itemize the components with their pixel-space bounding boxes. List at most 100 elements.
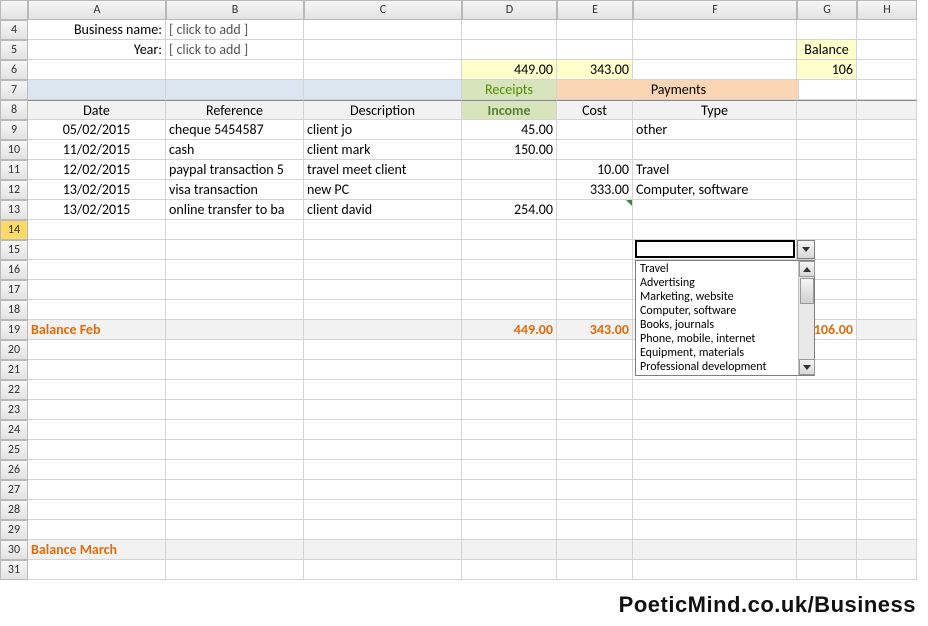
cell-D30[interactable]	[462, 540, 557, 560]
cell-C27[interactable]	[304, 480, 462, 500]
cell-E17[interactable]	[557, 280, 633, 300]
column-header-B[interactable]: B	[166, 0, 304, 20]
cell-H7[interactable]	[857, 80, 917, 100]
cell-B5[interactable]: [ click to add ]	[166, 40, 304, 60]
row-header-30[interactable]: 30	[0, 540, 28, 560]
cell-E9[interactable]	[557, 120, 633, 140]
row-header-14[interactable]: 14	[0, 220, 28, 240]
cell-G22[interactable]	[797, 380, 857, 400]
cell-A25[interactable]	[28, 440, 166, 460]
cell-E13[interactable]	[557, 200, 633, 220]
row-header-29[interactable]: 29	[0, 520, 28, 540]
cell-G25[interactable]	[797, 440, 857, 460]
cell-C14[interactable]	[304, 220, 462, 240]
cell-B8[interactable]: Reference	[166, 100, 304, 120]
cell-D15[interactable]	[462, 240, 557, 260]
cell-H5[interactable]	[857, 40, 917, 60]
cell-F25[interactable]	[633, 440, 797, 460]
cell-D13[interactable]: 254.00	[462, 200, 557, 220]
cell-D5[interactable]	[462, 40, 557, 60]
cell-G31[interactable]	[797, 560, 857, 580]
row-header-13[interactable]: 13	[0, 200, 28, 220]
cell-B25[interactable]	[166, 440, 304, 460]
cell-A13[interactable]: 13/02/2015	[28, 200, 166, 220]
data-validation-dropdown-list[interactable]: Travel Advertising Marketing, website Co…	[635, 260, 815, 376]
cell-B18[interactable]	[166, 300, 304, 320]
column-header-C[interactable]: C	[304, 0, 462, 20]
row-header-31[interactable]: 31	[0, 560, 28, 580]
cell-H17[interactable]	[857, 280, 917, 300]
column-header-H[interactable]: H	[857, 0, 917, 20]
cell-F26[interactable]	[633, 460, 797, 480]
cell-H16[interactable]	[857, 260, 917, 280]
cell-D16[interactable]	[462, 260, 557, 280]
cell-A18[interactable]	[28, 300, 166, 320]
cell-C26[interactable]	[304, 460, 462, 480]
cell-D14[interactable]	[462, 220, 557, 240]
cell-C18[interactable]	[304, 300, 462, 320]
cell-H25[interactable]	[857, 440, 917, 460]
cell-C11[interactable]: travel meet client	[304, 160, 462, 180]
cell-B19[interactable]	[166, 320, 304, 340]
cell-H27[interactable]	[857, 480, 917, 500]
dropdown-option[interactable]: Phone, mobile, internet	[636, 332, 814, 346]
cell-A4[interactable]: Business name:	[28, 20, 166, 40]
cell-A12[interactable]: 13/02/2015	[28, 180, 166, 200]
cell-H29[interactable]	[857, 520, 917, 540]
cell-E19[interactable]: 343.00	[557, 320, 633, 340]
cell-H23[interactable]	[857, 400, 917, 420]
cell-G6[interactable]: 106	[797, 60, 857, 80]
cell-H20[interactable]	[857, 340, 917, 360]
cell-B7[interactable]	[166, 80, 304, 100]
cell-H31[interactable]	[857, 560, 917, 580]
cell-G10[interactable]	[797, 140, 857, 160]
cell-G7[interactable]	[797, 80, 857, 100]
cell-C6[interactable]	[304, 60, 462, 80]
cell-G12[interactable]	[797, 180, 857, 200]
cell-A29[interactable]	[28, 520, 166, 540]
cell-B13[interactable]: online transfer to ba	[166, 200, 304, 220]
row-header-10[interactable]: 10	[0, 140, 28, 160]
cell-E20[interactable]	[557, 340, 633, 360]
cell-F11[interactable]: Travel	[633, 160, 797, 180]
cell-F12[interactable]: Computer, software	[633, 180, 797, 200]
cell-D6[interactable]: 449.00	[462, 60, 557, 80]
cell-H6[interactable]	[857, 60, 917, 80]
cell-B9[interactable]: cheque 5454587	[166, 120, 304, 140]
cell-D28[interactable]	[462, 500, 557, 520]
cell-G8[interactable]	[797, 100, 857, 120]
cell-H13[interactable]	[857, 200, 917, 220]
dropdown-scrollbar[interactable]	[798, 261, 814, 375]
cell-B17[interactable]	[166, 280, 304, 300]
cell-E31[interactable]	[557, 560, 633, 580]
cell-B23[interactable]	[166, 400, 304, 420]
cell-C25[interactable]	[304, 440, 462, 460]
cell-G30[interactable]	[797, 540, 857, 560]
cell-E29[interactable]	[557, 520, 633, 540]
row-header-11[interactable]: 11	[0, 160, 28, 180]
dropdown-option[interactable]: Books, journals	[636, 318, 814, 332]
cell-A6[interactable]	[28, 60, 166, 80]
cell-D10[interactable]: 150.00	[462, 140, 557, 160]
row-header-23[interactable]: 23	[0, 400, 28, 420]
cell-A17[interactable]	[28, 280, 166, 300]
cell-E16[interactable]	[557, 260, 633, 280]
cell-E30[interactable]	[557, 540, 633, 560]
cell-F4[interactable]	[633, 20, 797, 40]
dropdown-option[interactable]: Advertising	[636, 276, 814, 290]
cell-D4[interactable]	[462, 20, 557, 40]
cell-D21[interactable]	[462, 360, 557, 380]
cell-D23[interactable]	[462, 400, 557, 420]
cell-C10[interactable]: client mark	[304, 140, 462, 160]
row-header-20[interactable]: 20	[0, 340, 28, 360]
cell-F13[interactable]	[633, 200, 797, 220]
cell-B16[interactable]	[166, 260, 304, 280]
cell-A23[interactable]	[28, 400, 166, 420]
cell-F5[interactable]	[633, 40, 797, 60]
row-header-27[interactable]: 27	[0, 480, 28, 500]
cell-G23[interactable]	[797, 400, 857, 420]
cell-D9[interactable]: 45.00	[462, 120, 557, 140]
cell-A10[interactable]: 11/02/2015	[28, 140, 166, 160]
cell-F9[interactable]: other	[633, 120, 797, 140]
cell-G28[interactable]	[797, 500, 857, 520]
